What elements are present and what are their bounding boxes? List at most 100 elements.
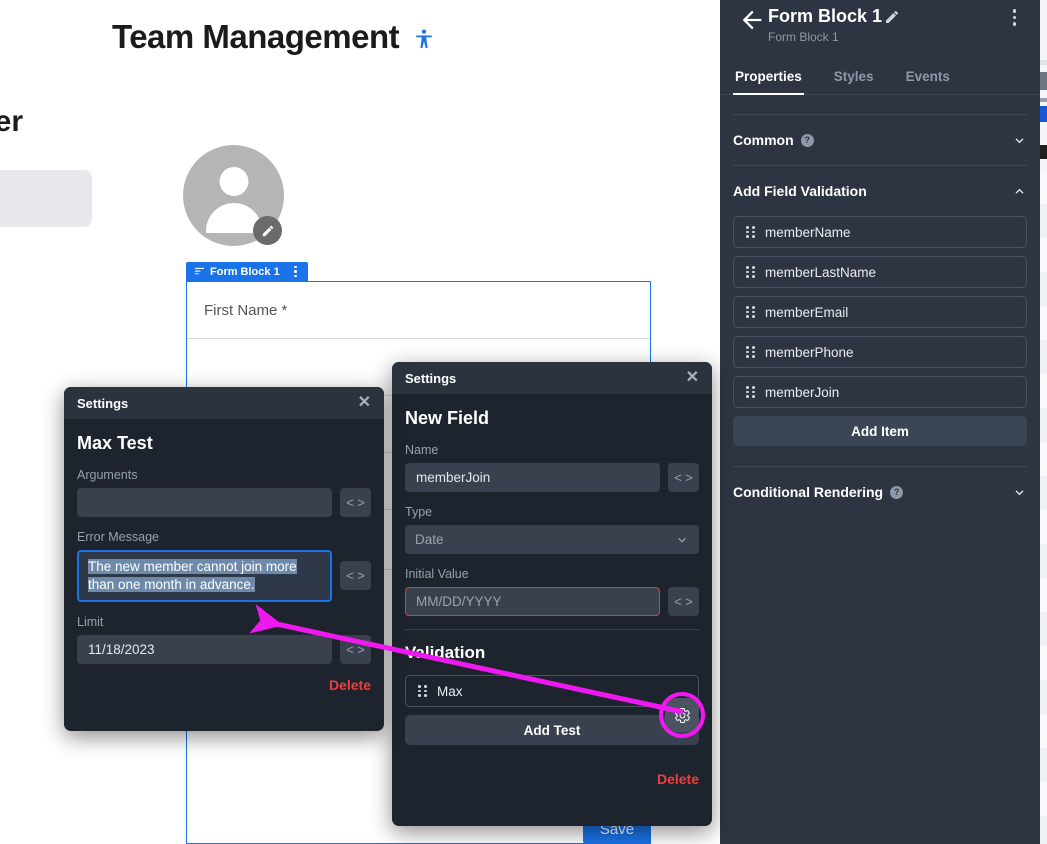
name-field-row: memberJoin < > (405, 463, 699, 492)
dialog-header-title: Settings (77, 396, 128, 411)
dialog-body: New Field Name memberJoin < > Type Date … (392, 394, 712, 803)
dialog-header: Settings ✕ (392, 362, 712, 394)
arguments-label: Arguments (77, 468, 371, 482)
code-brackets-icon[interactable]: < > (668, 463, 699, 492)
validation-test-max[interactable]: Max (405, 675, 699, 707)
more-vertical-icon (294, 266, 297, 278)
drag-handle-icon[interactable] (746, 306, 755, 318)
drag-handle-icon[interactable] (746, 266, 755, 278)
add-item-button[interactable]: Add Item (733, 416, 1027, 446)
limit-label: Limit (77, 615, 371, 629)
field-item-memberPhone[interactable]: memberPhone (733, 336, 1027, 368)
field-item-memberLastName[interactable]: memberLastName (733, 256, 1027, 288)
help-icon[interactable]: ? (801, 134, 814, 147)
drag-handle-icon[interactable] (746, 226, 755, 238)
panel-subtitle: Form Block 1 (768, 30, 839, 44)
tab-styles[interactable]: Styles (832, 62, 876, 94)
chevron-down-icon (1012, 133, 1027, 148)
error-message-label: Error Message (77, 530, 371, 544)
delete-test-link[interactable]: Delete (77, 677, 371, 693)
section-add-field-validation[interactable]: Add Field Validation (720, 166, 1040, 216)
initial-value-input[interactable]: MM/DD/YYYY (405, 587, 660, 616)
dialog-title: New Field (405, 408, 699, 429)
section-conditional-rendering[interactable]: Conditional Rendering ? (720, 467, 1040, 517)
field-item-memberName[interactable]: memberName (733, 216, 1027, 248)
add-test-button[interactable]: Add Test (405, 715, 699, 745)
gear-icon (674, 707, 691, 724)
code-brackets-icon[interactable]: < > (340, 635, 371, 664)
form-icon (194, 266, 205, 277)
form-field-text: First Name * (204, 302, 287, 319)
back-arrow-icon[interactable] (738, 6, 766, 34)
chevron-up-icon (1012, 184, 1027, 199)
background-window-sliver (1040, 0, 1047, 844)
partial-heading: ser (0, 105, 23, 139)
type-label: Type (405, 505, 699, 519)
field-item-label: memberName (765, 225, 851, 240)
section-common-label: Common (733, 132, 794, 148)
accessibility-icon[interactable] (413, 26, 435, 52)
avatar-head-shape (219, 167, 248, 196)
error-message-row: The new member cannot join more than one… (77, 550, 371, 602)
type-select[interactable]: Date (405, 525, 699, 554)
validation-test-settings-button[interactable] (665, 698, 699, 732)
dialog-body: Max Test Arguments < > Error Message The… (64, 419, 384, 709)
section-common[interactable]: Common ? (720, 115, 1040, 165)
field-item-label: memberPhone (765, 345, 854, 360)
form-block-menu-button[interactable] (283, 262, 308, 281)
panel-tabs: Properties Styles Events (720, 62, 1040, 95)
pencil-icon[interactable] (884, 9, 900, 25)
field-item-memberJoin[interactable]: memberJoin (733, 376, 1027, 408)
close-icon[interactable]: ✕ (358, 395, 371, 411)
form-block-badge-label: Form Block 1 (210, 266, 280, 278)
dialog-title: Max Test (77, 433, 371, 454)
field-item-label: memberLastName (765, 265, 876, 280)
code-brackets-icon[interactable]: < > (668, 587, 699, 616)
delete-field-link[interactable]: Delete (405, 771, 699, 787)
type-select-value: Date (415, 532, 444, 547)
name-label: Name (405, 443, 699, 457)
form-block-badge[interactable]: Form Block 1 (186, 262, 288, 281)
field-item-memberEmail[interactable]: memberEmail (733, 296, 1027, 328)
panel-title: Form Block 1 (768, 6, 882, 27)
code-brackets-icon[interactable]: < > (340, 561, 371, 590)
form-field-row[interactable]: First Name * (187, 282, 650, 339)
partial-placeholder-box (0, 170, 92, 227)
divider (405, 629, 699, 630)
tab-events[interactable]: Events (904, 62, 952, 94)
arguments-input[interactable] (77, 488, 332, 517)
initial-value-label: Initial Value (405, 567, 699, 581)
properties-panel: Form Block 1 Form Block 1 Properties Sty… (720, 0, 1040, 844)
max-test-settings-dialog: Settings ✕ Max Test Arguments < > Error … (64, 387, 384, 731)
new-field-settings-dialog: Settings ✕ New Field Name memberJoin < >… (392, 362, 712, 826)
drag-handle-icon[interactable] (418, 685, 427, 697)
name-input[interactable]: memberJoin (405, 463, 660, 492)
field-item-label: memberJoin (765, 385, 839, 400)
section-add-field-validation-label: Add Field Validation (733, 183, 867, 199)
dialog-header: Settings ✕ (64, 387, 384, 419)
validation-heading: Validation (405, 643, 699, 663)
avatar-edit-button[interactable] (253, 216, 282, 245)
limit-input[interactable]: 11/18/2023 (77, 635, 332, 664)
drag-handle-icon[interactable] (746, 346, 755, 358)
panel-more-button[interactable] (1013, 9, 1017, 29)
drag-handle-icon[interactable] (746, 386, 755, 398)
page-title: Team Management (112, 18, 399, 56)
validation-test-label: Max (437, 684, 463, 699)
chevron-down-icon (675, 533, 689, 547)
initial-value-row: MM/DD/YYYY < > (405, 587, 699, 616)
chevron-down-icon (1012, 485, 1027, 500)
tab-properties[interactable]: Properties (733, 62, 804, 94)
close-icon[interactable]: ✕ (686, 370, 699, 386)
dialog-header-title: Settings (405, 371, 456, 386)
help-icon[interactable]: ? (890, 486, 903, 499)
code-brackets-icon[interactable]: < > (340, 488, 371, 517)
panel-header: Form Block 1 Form Block 1 (720, 0, 1040, 62)
field-validation-list: memberName memberLastName memberEmail me… (720, 216, 1040, 446)
section-conditional-rendering-label: Conditional Rendering (733, 484, 883, 500)
limit-row: 11/18/2023 < > (77, 635, 371, 664)
error-message-textarea[interactable]: The new member cannot join more than one… (77, 550, 332, 602)
arguments-row: < > (77, 488, 371, 517)
error-message-selected-text: The new member cannot join more than one… (88, 559, 297, 592)
pencil-icon (261, 224, 275, 238)
